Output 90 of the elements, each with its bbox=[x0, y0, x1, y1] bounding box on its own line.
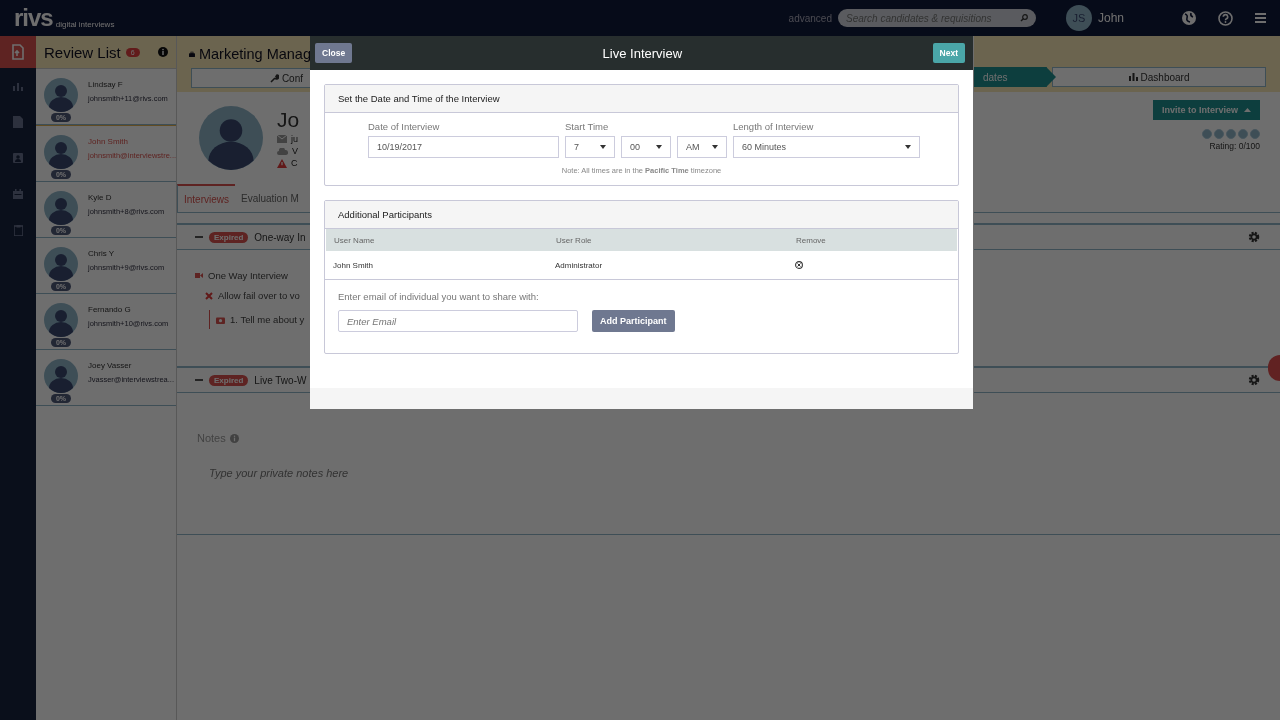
tab[interactable]: Interviews bbox=[177, 184, 235, 212]
caret-icon bbox=[600, 145, 606, 149]
table-cell-text: Administrator bbox=[554, 260, 604, 270]
panel-title: Additional Participants bbox=[325, 201, 958, 229]
avatar-icon bbox=[44, 78, 78, 112]
wrench-icon bbox=[269, 73, 279, 83]
candidate-name: Joey Vasser bbox=[88, 361, 133, 370]
column-header: User Role bbox=[555, 235, 593, 245]
minute-select[interactable]: 00 bbox=[621, 136, 671, 158]
field-label: Date of Interview bbox=[368, 121, 441, 132]
globe-icon[interactable] bbox=[1182, 11, 1196, 25]
interview-title[interactable]: One-way In bbox=[254, 231, 306, 243]
contact-card-icon bbox=[13, 153, 23, 163]
notes-field[interactable]: Type your private notes here bbox=[207, 466, 611, 480]
logo-tagline: digital interviews bbox=[55, 19, 115, 29]
avatar-icon bbox=[44, 135, 78, 169]
candidate-name: John Smith bbox=[88, 137, 130, 146]
candidate-name: Jo bbox=[277, 108, 300, 132]
length-select[interactable]: 60 Minutes bbox=[733, 136, 920, 158]
modal-title: Live Interview bbox=[602, 45, 683, 61]
candidate-detail: V bbox=[292, 146, 298, 156]
nav-item[interactable] bbox=[0, 36, 36, 68]
next-button[interactable]: Next bbox=[932, 43, 965, 63]
job-title: Marketing Manag bbox=[198, 46, 311, 62]
email-field[interactable]: Enter Email bbox=[338, 310, 578, 332]
logo[interactable]: rivs bbox=[14, 6, 53, 30]
interview-title[interactable]: Live Two-W bbox=[254, 374, 307, 386]
add-participant-button[interactable]: Add Participant bbox=[592, 310, 675, 332]
caret-icon bbox=[905, 145, 911, 149]
workflow-step[interactable]: Conf bbox=[191, 68, 311, 88]
field-label: Length of Interview bbox=[733, 121, 815, 132]
envelope-icon bbox=[277, 135, 287, 143]
menu-icon[interactable] bbox=[1255, 13, 1266, 23]
column-header: User Name bbox=[333, 235, 376, 245]
cross-icon bbox=[205, 291, 213, 300]
info-icon[interactable] bbox=[229, 433, 239, 443]
candidate-detail: ju bbox=[291, 134, 298, 144]
period-select[interactable]: AM bbox=[677, 136, 727, 158]
tab[interactable]: Evaluation M bbox=[235, 184, 305, 212]
caret-icon bbox=[656, 145, 662, 149]
panel-title: Set the Date and Time of the Interview bbox=[325, 85, 958, 113]
cloud-icon bbox=[277, 147, 288, 155]
calendar-icon bbox=[13, 189, 23, 199]
bar-chart-icon bbox=[12, 81, 24, 91]
clipboard-icon bbox=[13, 224, 23, 236]
candidate-detail: C bbox=[291, 158, 298, 168]
bar-chart-icon bbox=[1128, 73, 1138, 81]
settings-icon[interactable] bbox=[1248, 231, 1260, 243]
record-button[interactable] bbox=[1268, 355, 1280, 381]
question-text: 1. Tell me about y bbox=[230, 314, 305, 325]
document-upload-icon bbox=[11, 44, 25, 60]
search-icon[interactable] bbox=[1019, 14, 1028, 22]
hour-select[interactable]: 7 bbox=[565, 136, 615, 158]
briefcase-icon bbox=[189, 49, 195, 59]
avatar-icon bbox=[44, 359, 78, 393]
avatar-icon bbox=[44, 247, 78, 281]
rating-dots[interactable] bbox=[1202, 129, 1260, 139]
advanced-search-link[interactable]: advanced bbox=[788, 12, 832, 24]
avatar-icon bbox=[199, 106, 263, 170]
status-badge: Expired bbox=[209, 231, 249, 243]
setting-text: Allow fail over to vo bbox=[218, 290, 300, 301]
candidate-name: Fernando G bbox=[88, 305, 132, 314]
close-button[interactable]: Close bbox=[315, 43, 353, 63]
invite-button[interactable]: Invite to Interview bbox=[1152, 100, 1260, 120]
caret-icon bbox=[712, 145, 718, 149]
video-icon bbox=[195, 272, 203, 279]
table-cell-text: John Smith bbox=[332, 260, 375, 270]
candidate-name: Chris Y bbox=[88, 249, 116, 258]
warning-icon bbox=[277, 158, 287, 168]
status-badge: Expired bbox=[209, 374, 249, 386]
candidate-name: Kyle D bbox=[88, 193, 113, 202]
info-icon[interactable] bbox=[158, 47, 168, 57]
column-header: Remove bbox=[795, 235, 826, 245]
settings-icon[interactable] bbox=[1248, 374, 1260, 386]
avatar-icon bbox=[44, 303, 78, 337]
workflow-step[interactable]: dates bbox=[974, 67, 1056, 87]
camera-icon bbox=[216, 315, 225, 324]
date-field[interactable]: 10/19/2017 bbox=[368, 136, 559, 158]
workflow-step[interactable]: Dashboard bbox=[1052, 67, 1266, 87]
remove-icon[interactable] bbox=[795, 261, 803, 269]
field-label: Start Time bbox=[565, 121, 610, 132]
user-name[interactable]: John bbox=[1097, 11, 1124, 25]
rating-text: Rating: 0/100 bbox=[1209, 141, 1260, 151]
share-label: Enter email of individual you want to share with: bbox=[337, 290, 540, 302]
interview-type: One Way Interview bbox=[208, 270, 288, 281]
avatar-icon bbox=[44, 191, 78, 225]
review-list-title: Review List bbox=[44, 43, 121, 61]
caret-icon bbox=[1244, 108, 1251, 112]
help-icon[interactable] bbox=[1218, 10, 1233, 26]
document-icon bbox=[13, 116, 23, 128]
